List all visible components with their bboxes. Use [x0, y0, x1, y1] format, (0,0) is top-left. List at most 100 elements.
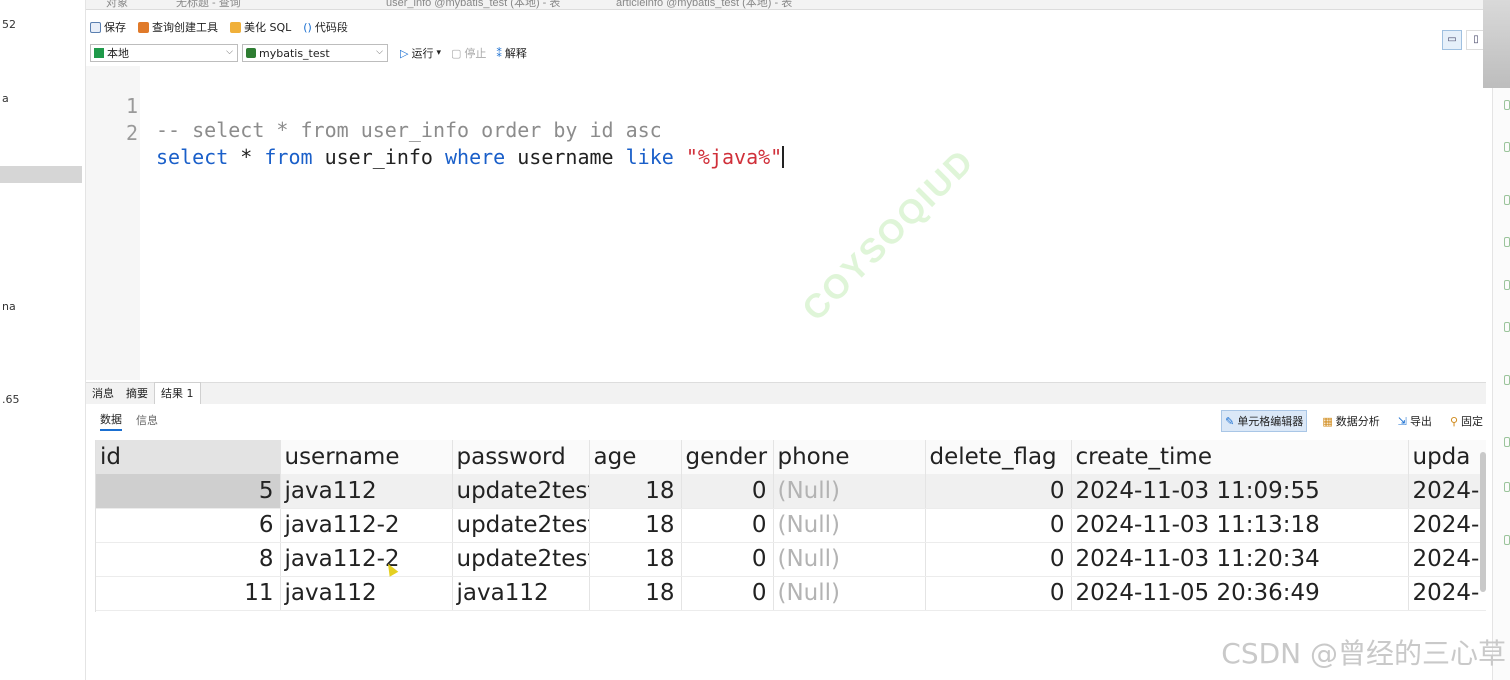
cell-update-time[interactable]: 2024- — [1408, 474, 1486, 509]
code-snippet-button[interactable]: () 代码段 — [303, 19, 348, 35]
export-button[interactable]: ⇲ 导出 — [1395, 410, 1435, 432]
side-item-icon[interactable] — [1504, 322, 1510, 332]
cell-id[interactable]: 6 — [96, 508, 281, 543]
cell-age[interactable]: 18 — [589, 474, 682, 509]
cell-delete-flag[interactable]: 0 — [925, 508, 1072, 543]
column-header[interactable]: id — [96, 440, 281, 474]
tab-summary[interactable]: 摘要 — [120, 383, 154, 404]
nav-fragment[interactable]: 52 — [2, 18, 16, 31]
view-toggle-group: ▭ ▯ — [1438, 30, 1486, 50]
cell-username[interactable]: java112 — [280, 474, 453, 509]
cell-age[interactable]: 18 — [589, 542, 682, 577]
cell-age[interactable]: 18 — [589, 576, 682, 611]
column-header[interactable]: age — [589, 440, 682, 474]
nav-fragment[interactable]: a — [2, 92, 9, 105]
cell-password[interactable]: update2test — [452, 474, 590, 509]
tab-messages[interactable]: 消息 — [86, 383, 120, 404]
beautify-sql-button[interactable]: 美化 SQL — [230, 19, 291, 35]
tab-objects[interactable]: 对象 — [106, 0, 128, 9]
cell-create-time[interactable]: 2024-11-03 11:20:34 — [1071, 542, 1409, 577]
save-button[interactable]: 保存 — [90, 19, 126, 35]
subtab-info[interactable]: 信息 — [136, 412, 158, 430]
cell-id[interactable]: 8 — [96, 542, 281, 577]
query-builder-button[interactable]: 查询创建工具 — [138, 19, 218, 35]
column-header[interactable]: delete_flag — [925, 440, 1072, 474]
run-button[interactable]: ▷ 运行 ▾ — [400, 45, 441, 61]
cell-delete-flag[interactable]: 0 — [925, 542, 1072, 577]
tab-user-info-table[interactable]: user_info @mybatis_test (本地) - 表 — [386, 0, 560, 9]
stop-button[interactable]: ▢ 停止 — [451, 45, 486, 61]
cell-gender[interactable]: 0 — [681, 508, 774, 543]
cell-create-time[interactable]: 2024-11-05 20:36:49 — [1071, 576, 1409, 611]
pin-icon: ⚲ — [1449, 414, 1458, 428]
column-header[interactable]: phone — [773, 440, 926, 474]
cell-editor-button[interactable]: ✎ 单元格编辑器 — [1221, 410, 1308, 432]
nav-selected-item[interactable] — [0, 166, 82, 183]
cell-gender[interactable]: 0 — [681, 474, 774, 509]
connection-select[interactable]: 本地 ⌵ — [90, 44, 238, 62]
side-item-icon[interactable] — [1504, 375, 1510, 385]
side-item-icon[interactable] — [1504, 437, 1510, 447]
cell-password[interactable]: update2test — [452, 508, 590, 543]
pin-button[interactable]: ⚲ 固定 — [1447, 410, 1486, 432]
table-row[interactable]: 8 java112-2 update2test 18 0 (Null) 0 20… — [96, 542, 1486, 577]
side-item-icon[interactable] — [1504, 100, 1510, 110]
cell-update-time[interactable]: 2024- — [1408, 576, 1486, 611]
side-item-icon[interactable] — [1504, 535, 1510, 545]
cell-delete-flag[interactable]: 0 — [925, 576, 1072, 611]
query-builder-icon — [138, 21, 149, 33]
cell-username[interactable]: java112 — [280, 576, 453, 611]
table-row[interactable]: 5 java112 update2test 18 0 (Null) 0 2024… — [96, 474, 1486, 509]
database-select[interactable]: mybatis_test ⌵ — [242, 44, 388, 62]
table-row[interactable]: 11 java112 java112 18 0 (Null) 0 2024-11… — [96, 576, 1486, 611]
export-label: 导出 — [1409, 415, 1432, 428]
cell-update-time[interactable]: 2024- — [1408, 542, 1486, 577]
run-dropdown-icon[interactable]: ▾ — [436, 48, 441, 58]
cell-username[interactable]: java112-2 — [280, 542, 453, 577]
nav-fragment[interactable]: na — [2, 300, 16, 313]
cell-password[interactable]: update2test — [452, 542, 590, 577]
cell-phone[interactable]: (Null) — [773, 542, 926, 577]
tab-articleinfo-table[interactable]: articleinfo @mybatis_test (本地) - 表 — [616, 0, 792, 9]
cell-create-time[interactable]: 2024-11-03 11:09:55 — [1071, 474, 1409, 509]
column-header[interactable]: upda — [1408, 440, 1486, 474]
cell-age[interactable]: 18 — [589, 508, 682, 543]
side-item-icon[interactable] — [1504, 237, 1510, 247]
tab-untitled-query[interactable]: 无标题 - 查询 — [176, 0, 241, 9]
beautify-label: 美化 SQL — [244, 21, 292, 34]
column-header[interactable]: create_time — [1071, 440, 1409, 474]
cell-delete-flag[interactable]: 0 — [925, 474, 1072, 509]
cell-id[interactable]: 11 — [96, 576, 281, 611]
cell-id[interactable]: 5 — [96, 474, 281, 509]
explain-button[interactable]: ⁑ 解释 — [496, 45, 527, 61]
data-analysis-button[interactable]: ▦ 数据分析 — [1319, 410, 1382, 432]
cell-gender[interactable]: 0 — [681, 542, 774, 577]
side-item-icon[interactable] — [1504, 280, 1510, 290]
side-item-icon[interactable] — [1504, 195, 1510, 205]
header-row: id username password age gender phone de… — [96, 440, 1486, 474]
table-row[interactable]: 6 java112-2 update2test 18 0 (Null) 0 20… — [96, 508, 1486, 543]
split-view-icon[interactable]: ▭ — [1442, 30, 1462, 50]
side-item-icon[interactable] — [1504, 482, 1510, 492]
code-line-2: 2 select * from user_info where username… — [86, 97, 1486, 169]
run-label: 运行 — [411, 47, 434, 60]
cell-create-time[interactable]: 2024-11-03 11:13:18 — [1071, 508, 1409, 543]
tab-result-1[interactable]: 结果 1 — [154, 382, 201, 404]
cell-gender[interactable]: 0 — [681, 576, 774, 611]
sql-editor[interactable]: 1 -- select * from user_info order by id… — [86, 66, 1486, 380]
subtab-data[interactable]: 数据 — [100, 411, 122, 431]
document-tab-bar: 对象 无标题 - 查询 user_info @mybatis_test (本地)… — [86, 0, 1510, 10]
cell-phone[interactable]: (Null) — [773, 576, 926, 611]
column-header[interactable]: gender — [681, 440, 774, 474]
stop-icon: ▢ — [451, 46, 462, 60]
cell-phone[interactable]: (Null) — [773, 508, 926, 543]
cell-username[interactable]: java112-2 — [280, 508, 453, 543]
side-item-icon[interactable] — [1504, 142, 1510, 152]
cell-password[interactable]: java112 — [452, 576, 590, 611]
column-header[interactable]: password — [452, 440, 590, 474]
cell-phone[interactable]: (Null) — [773, 474, 926, 509]
grid-scrollbar[interactable] — [1480, 452, 1486, 592]
cell-update-time[interactable]: 2024- — [1408, 508, 1486, 543]
nav-fragment[interactable]: .65 — [2, 393, 20, 406]
column-header[interactable]: username — [280, 440, 453, 474]
